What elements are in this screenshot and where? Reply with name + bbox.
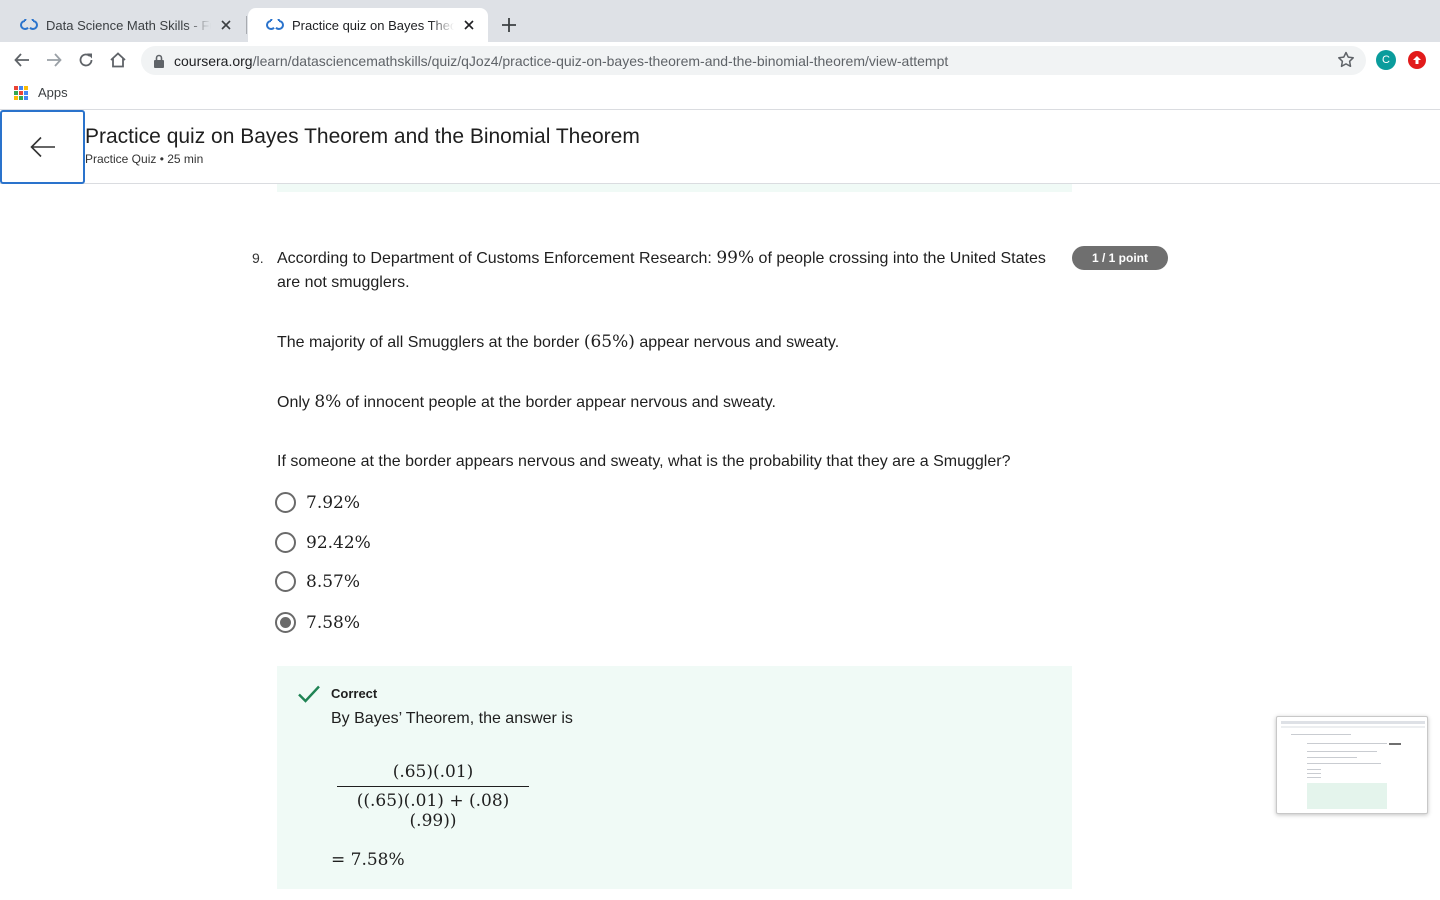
previous-feedback-panel <box>277 184 1072 192</box>
answer-option[interactable]: 8.57% <box>275 571 360 592</box>
url-host: coursera.org <box>174 52 253 69</box>
question-text: According to Department of Customs Enfor… <box>277 250 717 267</box>
feedback-panel: Correct By Bayes’ Theorem, the answer is… <box>277 666 1072 889</box>
extension-icon[interactable] <box>1408 51 1426 69</box>
address-bar[interactable]: coursera.org/learn/datasciencemathskills… <box>141 46 1366 75</box>
forward-arrow-icon[interactable] <box>42 48 66 72</box>
feedback-text: By Bayes’ Theorem, the answer is <box>331 710 573 727</box>
quiz-header: Practice quiz on Bayes Theorem and the B… <box>0 110 1440 184</box>
quiz-meta: Practice Quiz • 25 min <box>85 152 204 166</box>
question-text: Only <box>277 394 315 411</box>
question-paragraph: The majority of all Smugglers at the bor… <box>277 330 1057 355</box>
answer-option[interactable]: 7.92% <box>275 492 360 513</box>
reload-icon[interactable] <box>74 48 98 72</box>
option-label: 92.42% <box>306 532 371 553</box>
screenshot-thumbnail[interactable] <box>1276 716 1428 814</box>
question-text: The majority of all Smugglers at the bor… <box>277 334 584 351</box>
formula-denominator: ((.65)(.01) + (.08)(.99)) <box>356 791 510 831</box>
browser-tab-strip: Data Science Math Skills - Fun Practice … <box>0 0 1440 42</box>
radio-button[interactable] <box>275 532 296 553</box>
formula-result: = 7.58% <box>331 850 405 870</box>
answer-option[interactable]: 92.42% <box>275 532 371 553</box>
formula-numerator: (.65)(.01) <box>337 762 529 787</box>
answer-option-selected[interactable]: 7.58% <box>275 612 360 633</box>
math-value: 99% <box>716 248 755 268</box>
tab-divider <box>246 16 247 34</box>
back-arrow-icon[interactable] <box>10 48 34 72</box>
bookmark-star-icon[interactable] <box>1336 50 1356 70</box>
radio-button[interactable] <box>275 492 296 513</box>
url-text: coursera.org/learn/datasciencemathskills… <box>174 53 948 69</box>
apps-label: Apps <box>38 85 68 100</box>
feedback-status: Correct <box>331 686 378 701</box>
points-badge: 1 / 1 point <box>1072 246 1168 270</box>
question-paragraph: According to Department of Customs Enfor… <box>277 246 1057 295</box>
checkmark-icon <box>298 685 320 703</box>
question-text: of innocent people at the border appear … <box>341 394 776 411</box>
tab-title: Practice quiz on Bayes Theorem <box>292 17 454 33</box>
math-value: (65%) <box>583 332 635 352</box>
url-path: /learn/datasciencemathskills/quiz/qJoz4/… <box>252 52 949 69</box>
option-label: 7.58% <box>306 612 361 633</box>
question-prompt: If someone at the border appears nervous… <box>277 453 1011 470</box>
coursera-favicon-icon <box>266 19 284 30</box>
radio-button[interactable] <box>275 571 296 592</box>
browser-tab-active[interactable]: Practice quiz on Bayes Theorem <box>248 8 488 42</box>
apps-shortcut[interactable]: Apps <box>14 85 68 100</box>
math-value: 8% <box>314 392 342 412</box>
question-paragraph: Only 8% of innocent people at the border… <box>277 390 1057 415</box>
new-tab-plus-icon[interactable] <box>498 14 520 36</box>
formula-fraction: (.65)(.01) ((.65)(.01) + (.08)(.99)) <box>337 762 529 831</box>
close-tab-icon[interactable] <box>217 16 235 34</box>
back-arrow-icon <box>29 136 55 158</box>
question-number: 9. <box>252 250 264 266</box>
profile-avatar[interactable]: C <box>1376 50 1396 70</box>
home-icon[interactable] <box>106 48 130 72</box>
bookmarks-bar: Apps <box>0 78 1440 110</box>
browser-tab[interactable]: Data Science Math Skills - Fun <box>2 8 245 42</box>
option-label: 7.92% <box>306 492 361 513</box>
question-text: appear nervous and sweaty. <box>634 334 840 351</box>
page-title: Practice quiz on Bayes Theorem and the B… <box>85 125 640 148</box>
lock-icon <box>154 54 164 68</box>
apps-grid-icon <box>14 85 28 100</box>
close-tab-icon[interactable] <box>460 16 478 34</box>
option-label: 8.57% <box>306 571 361 592</box>
tab-title: Data Science Math Skills - Fun <box>46 17 211 33</box>
coursera-favicon-icon <box>20 19 38 30</box>
browser-toolbar: coursera.org/learn/datasciencemathskills… <box>0 42 1440 78</box>
radio-button-checked[interactable] <box>275 612 296 633</box>
back-button[interactable] <box>0 110 85 184</box>
